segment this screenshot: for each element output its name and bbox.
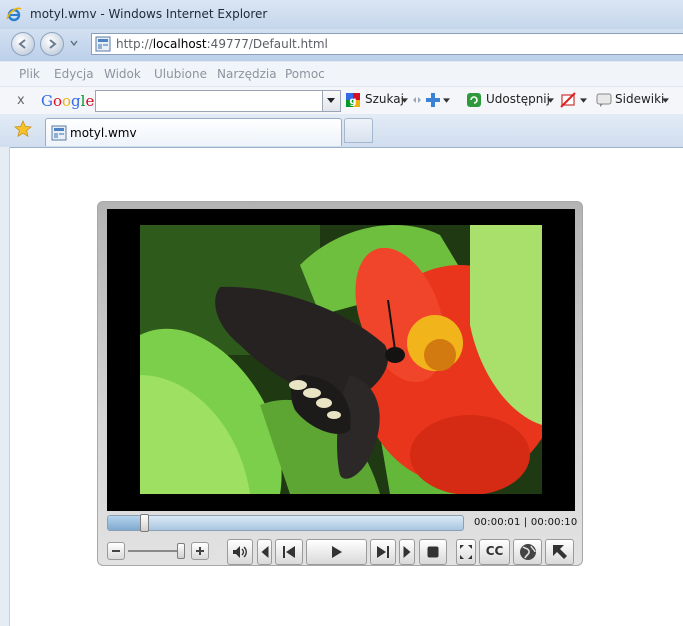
google-logo-letter: o [62, 92, 72, 110]
time-display: 00:00:01 | 00:00:10 [474, 517, 577, 528]
menu-item-widok[interactable]: Widok [104, 67, 141, 81]
chevron-down-icon[interactable] [443, 98, 450, 103]
google-search-history-button[interactable] [322, 91, 340, 111]
add-button-plus-icon[interactable] [425, 92, 441, 108]
speaker-icon [233, 546, 247, 558]
play-button[interactable] [306, 539, 367, 565]
google-logo-letter: g [71, 92, 81, 110]
chevron-down-icon[interactable] [580, 98, 587, 103]
url-prefix: http:// [116, 37, 153, 51]
back-arrow-icon [18, 39, 26, 49]
fullscreen-button[interactable] [456, 539, 476, 565]
chevron-down-icon[interactable] [662, 98, 669, 103]
google-logo-letter: e [85, 92, 95, 110]
new-tab-button[interactable] [344, 118, 373, 143]
timeline-played [108, 516, 144, 530]
chapters-button[interactable] [513, 539, 542, 565]
sidewiki-button[interactable]: Sidewiki [615, 92, 664, 106]
volume-down-button[interactable] [107, 542, 125, 560]
arrow-up-left-icon [552, 545, 567, 559]
minus-icon [112, 550, 120, 552]
timeline-slider[interactable] [107, 514, 464, 532]
step-back-icon [261, 546, 268, 558]
page-icon [95, 36, 111, 52]
google-logo-letter: G [41, 92, 53, 110]
menu-item-edycja[interactable]: Edycja [54, 67, 94, 81]
page-icon [51, 125, 67, 141]
window-title: motyl.wmv - Windows Internet Explorer [30, 7, 268, 21]
chevron-down-icon[interactable] [401, 98, 408, 103]
share-button[interactable]: Udostępnij [486, 92, 550, 106]
time-separator: | [523, 517, 528, 528]
tab-motyl[interactable]: motyl.wmv [45, 118, 342, 146]
popup-blocker-icon[interactable] [560, 92, 576, 108]
stop-button[interactable] [419, 539, 447, 565]
chevron-down-icon[interactable] [547, 98, 554, 103]
google-search-button[interactable]: Szukaj [365, 92, 404, 106]
google-logo: Google [41, 92, 94, 110]
menu-item-narzedzia[interactable]: Narzędzia [217, 67, 277, 81]
step-forward-icon [403, 546, 411, 558]
captions-label: CC [485, 544, 504, 558]
volume-up-button[interactable] [191, 542, 209, 560]
menu-item-plik[interactable]: Plik [19, 67, 40, 81]
google-search-box [95, 90, 341, 112]
globe-icon [519, 544, 536, 560]
url-text[interactable]: http://localhost:49777/Default.html [116, 37, 328, 51]
separator-arrows-icon [413, 97, 421, 103]
play-icon [331, 546, 342, 558]
forward-button[interactable] [40, 32, 64, 56]
stop-icon [427, 546, 439, 558]
menu-bar: Plik Edycja Widok Ulubione Narzędzia Pom… [0, 61, 683, 87]
skip-next-icon [377, 546, 389, 558]
google-toolbar: x Google g Szukaj Udostępnij Sidewiki [0, 86, 683, 115]
step-back-button[interactable] [257, 539, 272, 565]
popout-button[interactable] [545, 539, 574, 565]
tab-bar: motyl.wmv [0, 114, 683, 148]
fullscreen-icon [460, 545, 472, 559]
chevron-down-icon [327, 98, 335, 103]
back-button[interactable] [11, 32, 35, 56]
google-search-icon[interactable]: g [345, 92, 361, 108]
window-title-bar: motyl.wmv - Windows Internet Explorer [0, 0, 683, 29]
captions-button[interactable]: CC [479, 539, 510, 565]
video-screen [107, 209, 575, 511]
sidewiki-icon[interactable] [596, 92, 612, 108]
time-total: 00:00:10 [530, 517, 578, 528]
previous-button[interactable] [275, 539, 303, 565]
favorites-star-icon[interactable] [14, 120, 32, 138]
mute-button[interactable] [227, 539, 253, 565]
navigation-bar: http://localhost:49777/Default.html [0, 29, 683, 61]
time-current: 00:00:01 [474, 517, 521, 528]
share-icon[interactable] [466, 92, 482, 108]
google-search-input[interactable] [98, 93, 318, 109]
google-toolbar-close-button[interactable]: x [17, 93, 25, 108]
address-bar[interactable]: http://localhost:49777/Default.html [91, 33, 683, 55]
tab-label: motyl.wmv [70, 126, 137, 140]
menu-item-pomoc[interactable]: Pomoc [285, 67, 325, 81]
menu-item-ulubione[interactable]: Ulubione [154, 67, 207, 81]
skip-previous-icon [283, 546, 295, 558]
window-left-border [0, 147, 10, 626]
step-forward-button[interactable] [399, 539, 415, 565]
url-host: localhost [152, 37, 207, 51]
svg-text:g: g [349, 96, 356, 107]
url-rest: :49777/Default.html [206, 37, 328, 51]
google-logo-letter: o [52, 92, 63, 110]
plus-icon [196, 547, 204, 555]
volume-slider[interactable] [128, 550, 184, 552]
recent-pages-chevron-down-icon[interactable] [70, 39, 78, 47]
volume-thumb[interactable] [177, 543, 186, 559]
media-player: 00:00:01 | 00:00:10 CC [97, 201, 583, 566]
ie-logo-icon [6, 7, 22, 22]
forward-arrow-icon [49, 39, 57, 49]
next-button[interactable] [370, 539, 396, 565]
video-frame-butterfly[interactable] [140, 225, 542, 494]
timeline-thumb[interactable] [139, 514, 149, 532]
